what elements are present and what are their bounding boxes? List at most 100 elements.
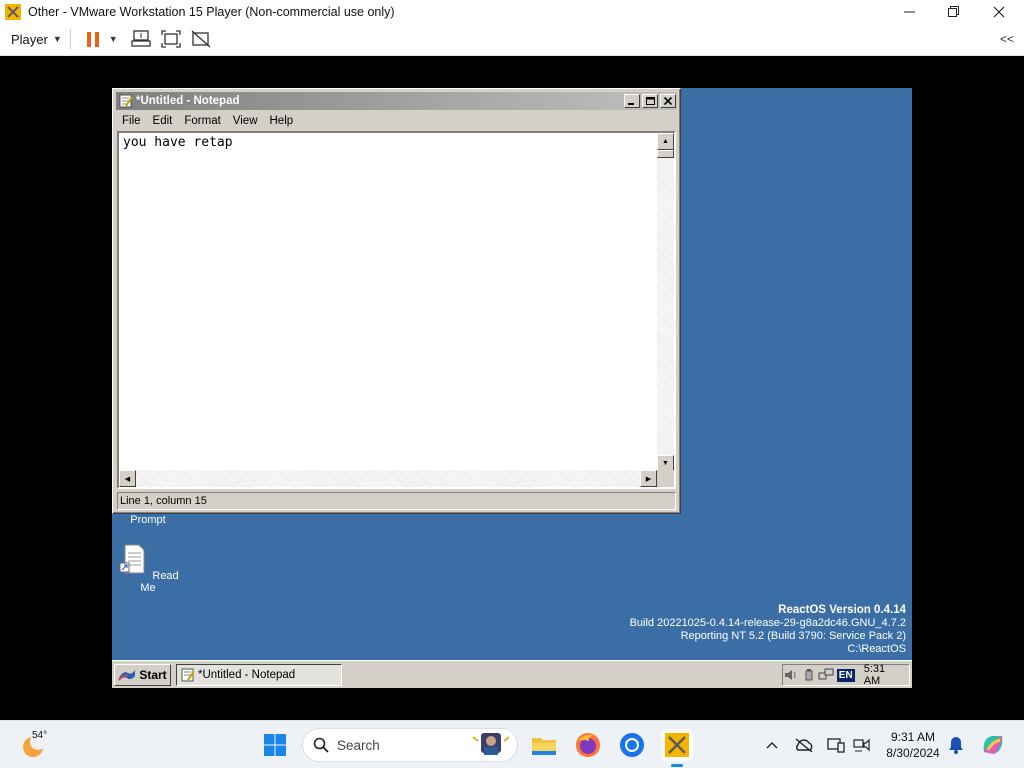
vertical-scrollbar[interactable]: ▲ ▼ (657, 133, 674, 472)
close-icon (664, 97, 672, 105)
taskbar-notepad-button[interactable]: *Untitled - Notepad (176, 664, 342, 686)
restore-button[interactable] (930, 0, 976, 23)
desktop-icon-readme[interactable]: Read Me (113, 543, 183, 594)
notepad-window: *Untitled - Notepad File Edit Format Vie… (112, 88, 681, 514)
collapse-toolbar-button[interactable]: << (1000, 32, 1014, 46)
os-reporting: Reporting NT 5.2 (Build 3790: Service Pa… (680, 630, 906, 642)
taskbar-notepad-label: *Untitled - Notepad (198, 669, 296, 681)
system-tray: EN 5:31 AM (782, 663, 910, 687)
windows-start-icon[interactable] (263, 733, 287, 757)
host-taskbar: 54° Search 9:31 AM 8/30/2024 (0, 720, 1024, 768)
vmware-taskbar-button[interactable] (661, 729, 693, 767)
scroll-corner (657, 470, 674, 487)
cloud-off-icon (795, 738, 813, 752)
desktop-icon-prompt[interactable]: Prompt (113, 514, 183, 526)
copilot-icon (983, 736, 1003, 754)
player-menu-label: Player (11, 31, 48, 47)
os-version: ReactOS Version 0.4.14 (778, 604, 906, 616)
maximize-icon (645, 97, 655, 105)
guest-taskbar: Start *Untitled - Notepad EN 5:31 AM (112, 660, 912, 688)
unity-button[interactable] (190, 28, 212, 50)
taskbar-search-box[interactable]: Search (302, 728, 518, 762)
os-build: Build 20221025-0.4.14-release-29-g8a2dc4… (629, 617, 906, 629)
toolbar-divider (69, 29, 71, 49)
network-icon[interactable] (818, 668, 834, 682)
vmware-title-bar: Other - VMware Workstation 15 Player (No… (0, 0, 1024, 23)
chrome-icon (620, 733, 644, 757)
network-sound-icon (853, 738, 870, 752)
notepad-content: you have retap (123, 135, 233, 150)
window-title: Other - VMware Workstation 15 Player (No… (28, 4, 395, 19)
player-menu-button[interactable]: Player ▼ (11, 32, 62, 47)
firefox-button[interactable] (572, 729, 604, 761)
search-highlight-icon (472, 733, 510, 755)
pause-icon (86, 32, 99, 47)
host-date: 8/30/2024 (886, 746, 940, 760)
weather-widget[interactable]: 54° (20, 729, 60, 761)
start-button[interactable]: Start (114, 664, 171, 686)
language-indicator[interactable]: EN (836, 668, 855, 682)
os-path: C:\ReactOS (847, 643, 906, 655)
desktop-icon-label: Prompt (130, 514, 166, 526)
notepad-icon (119, 94, 133, 108)
vmware-app-icon (5, 3, 21, 20)
menu-format[interactable]: Format (178, 115, 226, 127)
menu-edit[interactable]: Edit (147, 115, 179, 127)
menu-file[interactable]: File (116, 115, 147, 127)
notepad-maximize-button[interactable] (642, 94, 658, 108)
weather-temperature: 54° (32, 730, 48, 741)
pause-dropdown-icon[interactable]: ▼ (109, 34, 118, 44)
scroll-thumb[interactable] (657, 150, 674, 158)
scroll-up-button[interactable]: ▲ (657, 133, 674, 150)
scroll-right-button[interactable]: ▶ (640, 470, 657, 487)
notepad-title-bar[interactable]: *Untitled - Notepad (116, 92, 677, 110)
horizontal-scrollbar[interactable]: ◀ ▶ (119, 470, 657, 487)
notepad-minimize-button[interactable] (624, 94, 640, 108)
os-version-info: ReactOS Version 0.4.14 Build 20221025-0.… (630, 604, 906, 656)
notepad-icon (181, 668, 195, 682)
minimize-button[interactable] (886, 0, 932, 23)
screen: Other - VMware Workstation 15 Player (No… (0, 0, 1024, 768)
notepad-title: *Untitled - Notepad (136, 95, 240, 107)
send-ctrl-alt-del-button[interactable] (130, 28, 152, 50)
bell-icon (949, 737, 963, 754)
search-icon (313, 737, 329, 753)
notifications-button[interactable] (946, 735, 966, 755)
guest-desktop[interactable]: Prompt Read Me ReactOS Version 0.4.14 Bu… (112, 88, 912, 688)
guest-clock[interactable]: 5:31 AM (864, 663, 903, 687)
start-label: Start (139, 668, 167, 682)
device-button[interactable] (826, 735, 846, 755)
host-clock[interactable]: 9:31 AM 8/30/2024 (880, 729, 946, 761)
copilot-button[interactable] (980, 732, 1006, 758)
fullscreen-button[interactable] (160, 28, 182, 50)
onedrive-button[interactable] (794, 735, 814, 755)
document-icon (119, 544, 145, 574)
menu-help[interactable]: Help (264, 115, 300, 127)
close-icon (993, 6, 1005, 17)
network-volume-button[interactable] (852, 735, 872, 755)
scroll-left-button[interactable]: ◀ (119, 470, 136, 487)
safely-remove-icon[interactable] (802, 668, 816, 682)
fullscreen-icon (161, 30, 181, 48)
minimize-icon (628, 103, 634, 105)
close-button[interactable] (976, 0, 1022, 23)
monitor-phone-icon (827, 738, 845, 753)
host-time: 9:31 AM (890, 730, 936, 744)
firefox-icon (576, 733, 600, 757)
chrome-button[interactable] (616, 729, 648, 761)
unity-icon (191, 30, 211, 48)
folder-icon (532, 738, 556, 755)
chevron-down-icon: ▼ (52, 34, 62, 44)
file-explorer-button[interactable] (528, 729, 560, 761)
tray-overflow-button[interactable] (762, 735, 782, 755)
reactos-logo-icon (118, 670, 136, 681)
minimize-icon (903, 11, 915, 13)
notepad-text-area[interactable]: you have retap ▲ ▼ ◀ ▶ (117, 131, 676, 489)
active-app-indicator (671, 764, 683, 767)
notepad-close-button[interactable] (660, 94, 676, 108)
volume-icon[interactable] (783, 668, 799, 682)
notepad-status-bar: Line 1, column 15 (117, 492, 676, 510)
pause-button[interactable] (83, 29, 103, 49)
menu-view[interactable]: View (227, 115, 264, 127)
search-placeholder: Search (337, 737, 380, 753)
